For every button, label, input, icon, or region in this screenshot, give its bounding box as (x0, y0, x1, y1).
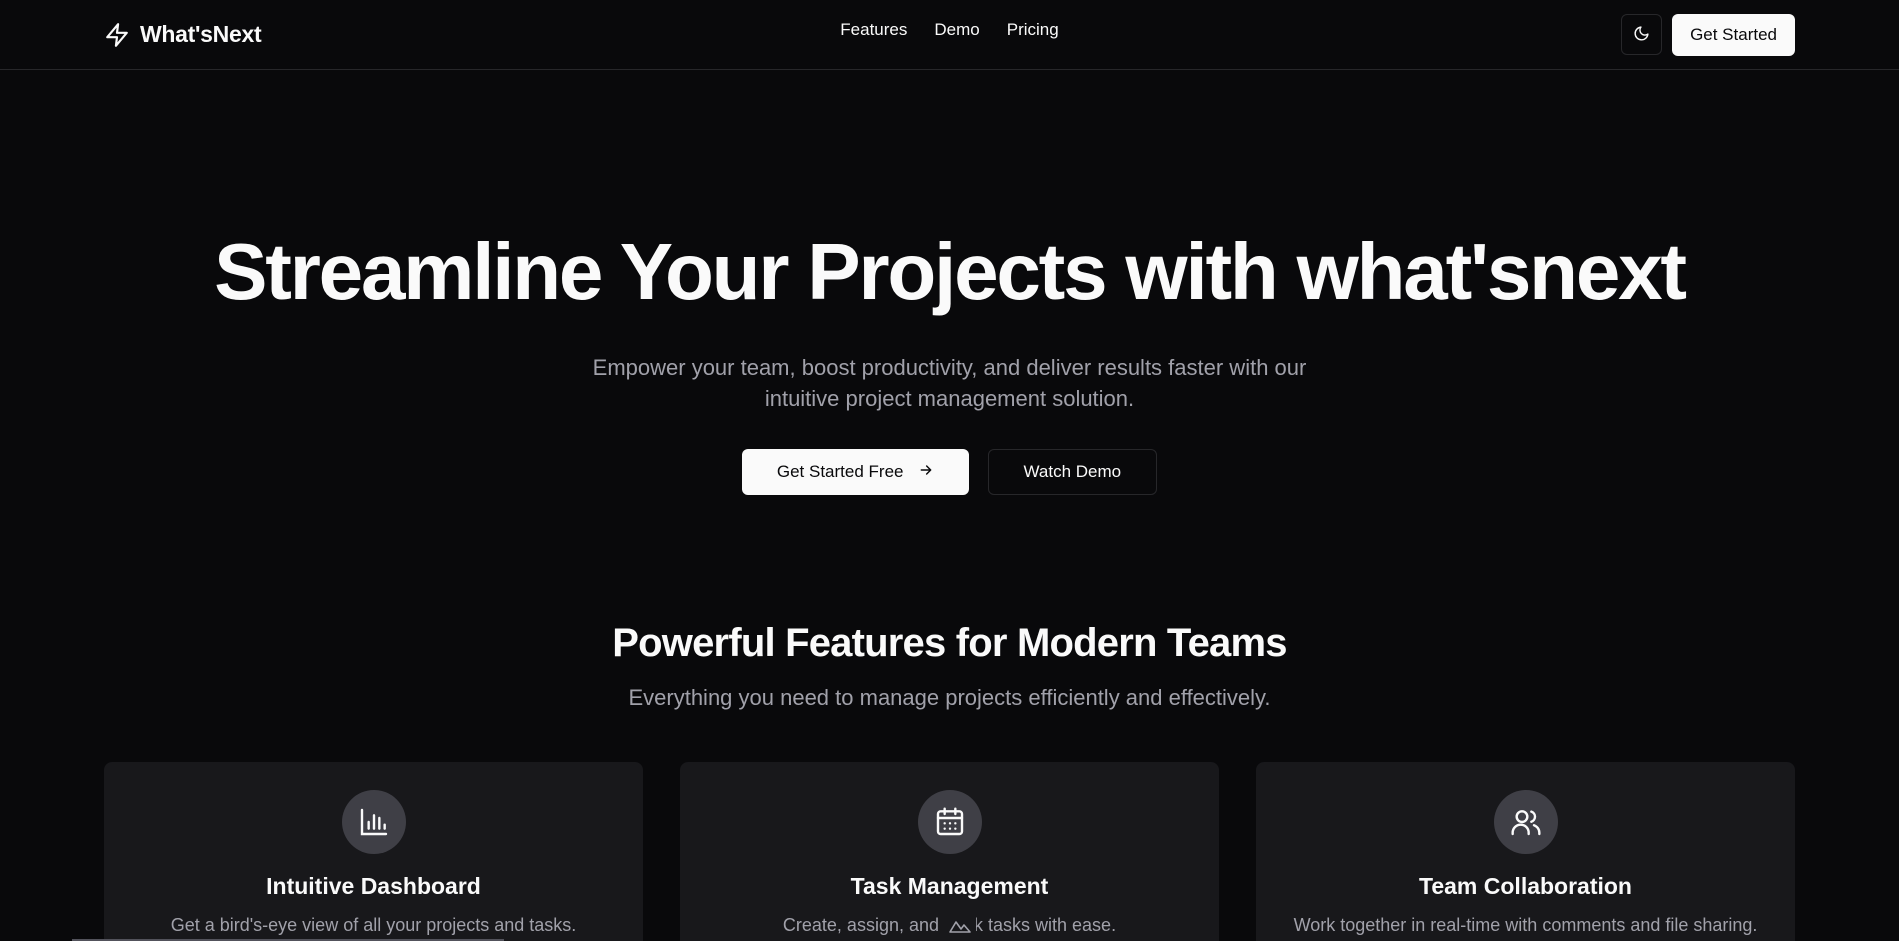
features-title: Powerful Features for Modern Teams (612, 621, 1287, 665)
mountain-logo-icon (949, 919, 971, 938)
hero-subtitle: Empower your team, boost productivity, a… (592, 355, 1307, 411)
nav-links: Features Demo Pricing (840, 20, 1058, 40)
top-navbar: What'sNext Features Demo Pricing Get Sta… (0, 0, 1899, 70)
landing-page: What'sNext Features Demo Pricing Get Sta… (0, 0, 1899, 941)
feature-card-title: Intuitive Dashboard (266, 873, 481, 899)
features-subtitle: Everything you need to manage projects e… (628, 685, 1271, 710)
users-icon (1493, 790, 1558, 854)
features-section: Powerful Features for Modern Teams Every… (0, 621, 1899, 941)
get-started-free-button[interactable]: Get Started Free (741, 449, 969, 495)
floating-widget-badge[interactable] (944, 915, 976, 941)
hero-title: Streamline Your Projects with what'snext (214, 227, 1687, 316)
nav-link-pricing[interactable]: Pricing (1007, 20, 1059, 40)
moon-icon (1633, 25, 1650, 45)
nav-actions: Get Started (1621, 13, 1795, 56)
theme-toggle-button[interactable] (1621, 14, 1663, 55)
nav-link-features[interactable]: Features (840, 20, 907, 40)
brand-logo[interactable]: What'sNext (104, 21, 262, 48)
get-started-free-label: Get Started Free (776, 462, 904, 481)
hero-actions: Get Started Free Watch Demo (0, 449, 1899, 495)
feature-card-dashboard: Intuitive Dashboard Get a bird's-eye vie… (104, 762, 643, 941)
feature-card-title: Team Collaboration (1419, 873, 1632, 899)
feature-card-description: Get a bird's-eye view of all your projec… (170, 915, 577, 935)
feature-card-description: Work together in real-time with comments… (1293, 915, 1758, 935)
calendar-icon (917, 790, 982, 854)
get-started-button[interactable]: Get Started (1672, 13, 1795, 56)
brand-name: What'sNext (140, 21, 262, 47)
hero-section: Streamline Your Projects with what'snext… (0, 232, 1899, 495)
watch-demo-button[interactable]: Watch Demo (987, 449, 1158, 495)
bar-chart-icon (341, 790, 406, 854)
feature-card-collaboration: Team Collaboration Work together in real… (1256, 762, 1795, 941)
arrow-right-icon (918, 462, 934, 483)
feature-card-title: Task Management (850, 873, 1049, 899)
nav-link-demo[interactable]: Demo (934, 20, 979, 40)
lightning-bolt-icon (104, 22, 130, 48)
